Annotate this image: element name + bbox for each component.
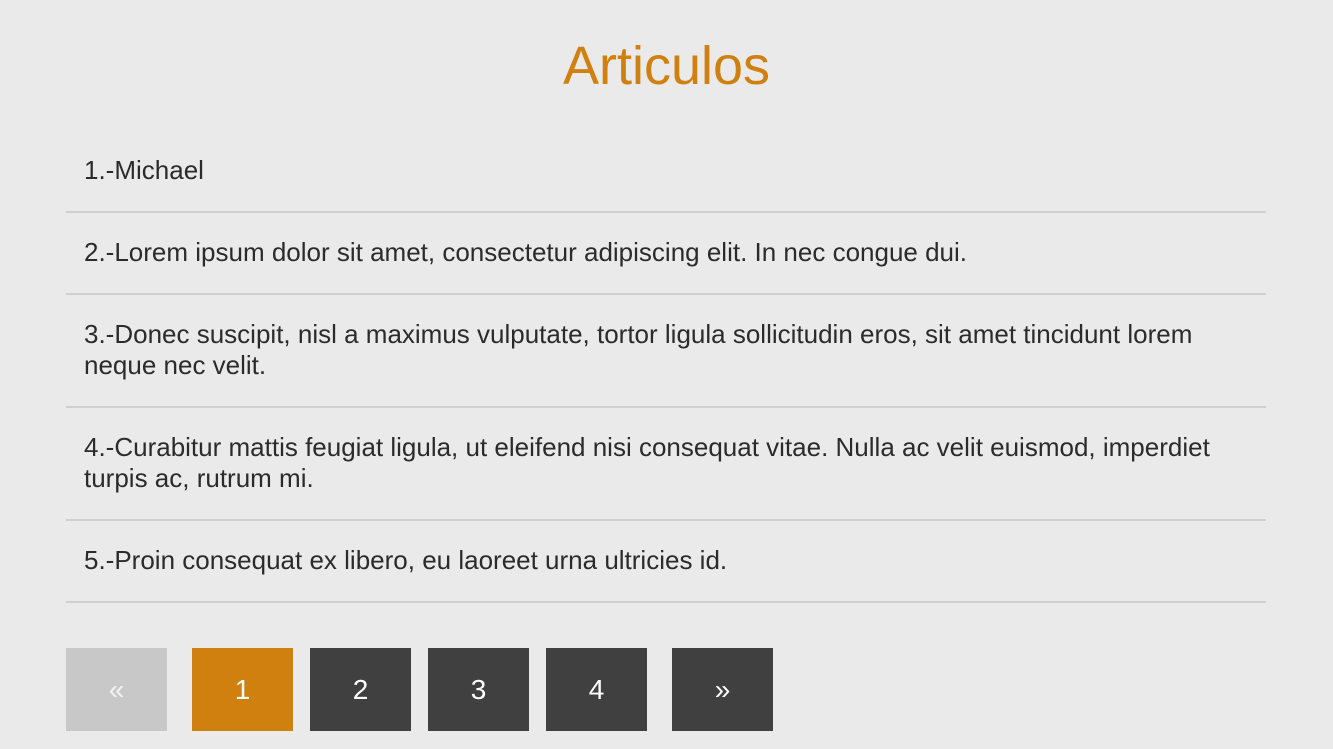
page-4-button[interactable]: 4 xyxy=(546,648,647,731)
list-item: 5.-Proin consequat ex libero, eu laoreet… xyxy=(66,521,1266,603)
page-title: Articulos xyxy=(562,36,771,96)
article-list: 1.-Michael 2.-Lorem ipsum dolor sit amet… xyxy=(66,131,1266,603)
page-1-button[interactable]: 1 xyxy=(192,648,293,731)
pagination: « 1 2 3 4 » xyxy=(66,648,773,731)
page: Articulos 1.-Michael 2.-Lorem ipsum dolo… xyxy=(0,0,1333,749)
list-item: 2.-Lorem ipsum dolor sit amet, consectet… xyxy=(66,213,1266,295)
list-item: 4.-Curabitur mattis feugiat ligula, ut e… xyxy=(66,408,1266,521)
next-page-button[interactable]: » xyxy=(672,648,773,731)
page-3-button[interactable]: 3 xyxy=(428,648,529,731)
page-2-button[interactable]: 2 xyxy=(310,648,411,731)
prev-page-button[interactable]: « xyxy=(66,648,167,731)
list-item: 3.-Donec suscipit, nisl a maximus vulput… xyxy=(66,295,1266,408)
list-item: 1.-Michael xyxy=(66,131,1266,213)
